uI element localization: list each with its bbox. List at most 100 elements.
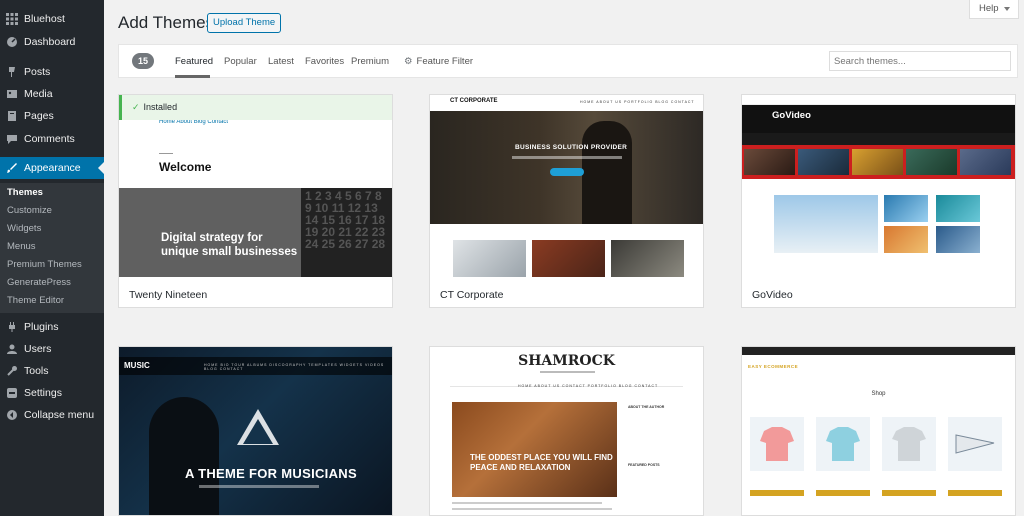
preview-hero-subtitle (199, 485, 319, 488)
preview-topbar (742, 95, 1015, 105)
preview-thumbnail (453, 240, 526, 277)
preview-hero-title: BUSINESS SOLUTION PROVIDER (515, 144, 628, 151)
theme-screenshot[interactable]: Home About Blog Contact Welcome 1 2 3 4 … (119, 95, 392, 277)
headline-line: THE ODDEST PLACE YOU WILL FIND (470, 453, 613, 462)
preview-tagline (540, 371, 595, 373)
submenu-generatepress[interactable]: GeneratePress (7, 277, 71, 288)
feature-filter-button[interactable]: ⚙ Feature Filter (404, 56, 473, 67)
search-themes-input[interactable] (829, 51, 1011, 71)
installed-label: Installed (143, 102, 178, 112)
submenu-themes[interactable]: Themes (7, 187, 43, 198)
theme-screenshot[interactable]: SHAMROCK HOME ABOUT US CONTACT PORTFOLIO… (430, 347, 703, 515)
wrench-icon (5, 364, 19, 378)
theme-card-easy-ecommerce[interactable]: EASY ECOMMERCE Shop (741, 346, 1016, 516)
preview-headline: Digital strategy for unique small busine… (161, 231, 297, 259)
theme-filter-bar: 15 Featured Popular Latest Favorites Pre… (118, 44, 1018, 78)
sidebar-item-plugins[interactable]: Plugins (0, 320, 104, 334)
theme-screenshot[interactable]: MUSIC HOME BIO TOUR ALBUMS DISCOGRAPHY T… (119, 347, 392, 515)
sidebar-item-comments[interactable]: Comments (0, 132, 104, 146)
preview-person-image (582, 121, 632, 224)
preview-thumbnail (532, 240, 605, 277)
submenu-premium-themes[interactable]: Premium Themes (7, 259, 82, 270)
sidebar-item-label: Dashboard (24, 36, 76, 48)
preview-hero: BUSINESS SOLUTION PROVIDER (430, 111, 703, 224)
preview-menu (742, 133, 1015, 145)
sidebar-item-pages[interactable]: Pages (0, 109, 104, 123)
video-card (936, 195, 980, 222)
sidebar-item-bluehost[interactable]: Bluehost (0, 12, 104, 26)
sidebar-item-media[interactable]: Media (0, 87, 104, 101)
sidebar-item-users[interactable]: Users (0, 342, 104, 356)
featured-video-card (774, 195, 878, 253)
tab-premium[interactable]: Premium (351, 56, 389, 67)
video-card (884, 226, 928, 253)
preview-sidebar: ABOUT THE AUTHOR FEATURED POSTS (628, 405, 683, 467)
preview-nav: HOME ABOUT US CONTACT PORTFOLIO BLOG CON… (518, 384, 659, 388)
page-title: Add Themes (118, 13, 215, 32)
submenu-widgets[interactable]: Widgets (7, 223, 41, 234)
theme-card-music[interactable]: MUSIC HOME BIO TOUR ALBUMS DISCOGRAPHY T… (118, 346, 393, 516)
preview-hero-subtitle (512, 156, 622, 159)
tab-latest[interactable]: Latest (268, 56, 294, 67)
preview-featured-image (452, 402, 617, 497)
video-card (884, 195, 928, 222)
theme-card-twenty-nineteen[interactable]: Home About Blog Contact Welcome 1 2 3 4 … (118, 94, 393, 308)
tab-favorites[interactable]: Favorites (305, 56, 344, 67)
brush-icon (5, 161, 19, 175)
theme-screenshot[interactable]: GoVideo (742, 95, 1015, 277)
sidebar-item-dashboard[interactable]: Dashboard (0, 35, 104, 49)
sidebar-item-appearance[interactable]: Appearance (0, 157, 104, 179)
help-button[interactable]: Help (969, 0, 1019, 19)
pages-icon (5, 109, 19, 123)
preview-shop-heading: Shop (871, 391, 886, 397)
theme-name: Twenty Nineteen (129, 289, 208, 301)
feature-filter-label: Feature Filter (416, 56, 474, 67)
video-tile (906, 149, 957, 175)
theme-screenshot[interactable]: EASY ECOMMERCE Shop (742, 347, 1015, 515)
sidebar-item-label: Comments (24, 133, 75, 145)
tab-popular[interactable]: Popular (224, 56, 257, 67)
headline-line: unique small businesses (161, 246, 298, 258)
sidebar-item-tools[interactable]: Tools (0, 364, 104, 378)
preview-header: GoVideo (742, 105, 1015, 133)
add-to-cart-button (882, 490, 936, 496)
admin-sidebar: Bluehost Dashboard Posts Media Pages Com… (0, 0, 104, 516)
sidebar-item-collapse[interactable]: Collapse menu (0, 408, 104, 422)
submenu-theme-editor[interactable]: Theme Editor (7, 295, 64, 306)
submenu-menus[interactable]: Menus (7, 241, 36, 252)
video-tile (852, 149, 903, 175)
sidebar-item-label: Bluehost (24, 13, 65, 25)
theme-name: CT Corporate (440, 289, 504, 301)
sidebar-item-label: Posts (24, 66, 51, 78)
sidebar-item-label: Media (24, 88, 53, 100)
preview-logo: SHAMROCK (518, 353, 615, 369)
headline-line: Digital strategy for (161, 232, 263, 244)
theme-count-badge: 15 (132, 53, 154, 69)
theme-card-ct-corporate[interactable]: CT CORPORATE HOME ABOUT US PORTFOLIO BLO… (429, 94, 704, 308)
active-tab-indicator (175, 75, 210, 78)
product-image (750, 417, 804, 471)
sidebar-item-posts[interactable]: Posts (0, 65, 104, 79)
preview-hero-title: A THEME FOR MUSICIANS (185, 466, 357, 481)
preview-singer-image (149, 397, 219, 515)
preview-topbar (742, 347, 1015, 355)
preview-thumbnail (611, 240, 684, 277)
theme-screenshot[interactable]: CT CORPORATE HOME ABOUT US PORTFOLIO BLO… (430, 95, 703, 277)
preview-logo: CT CORPORATE (450, 98, 498, 104)
add-to-cart-button (816, 490, 870, 496)
submenu-customize[interactable]: Customize (7, 205, 52, 216)
sidebar-item-settings[interactable]: Settings (0, 386, 104, 400)
sidebar-heading: ABOUT THE AUTHOR (628, 405, 665, 409)
collapse-icon (5, 408, 19, 422)
theme-card-govideo[interactable]: GoVideo GoVideo (741, 94, 1016, 308)
gear-icon: ⚙ (404, 56, 413, 67)
tab-featured[interactable]: Featured (175, 56, 213, 67)
sidebar-heading: FEATURED POSTS (628, 463, 660, 467)
video-card (936, 226, 980, 253)
triangle-logo-inner (243, 419, 273, 444)
divider (159, 153, 173, 154)
upload-theme-button[interactable]: Upload Theme (207, 13, 282, 33)
pin-icon (5, 65, 19, 79)
preview-welcome: Welcome (159, 160, 212, 174)
theme-card-shamrock[interactable]: SHAMROCK HOME ABOUT US CONTACT PORTFOLIO… (429, 346, 704, 516)
